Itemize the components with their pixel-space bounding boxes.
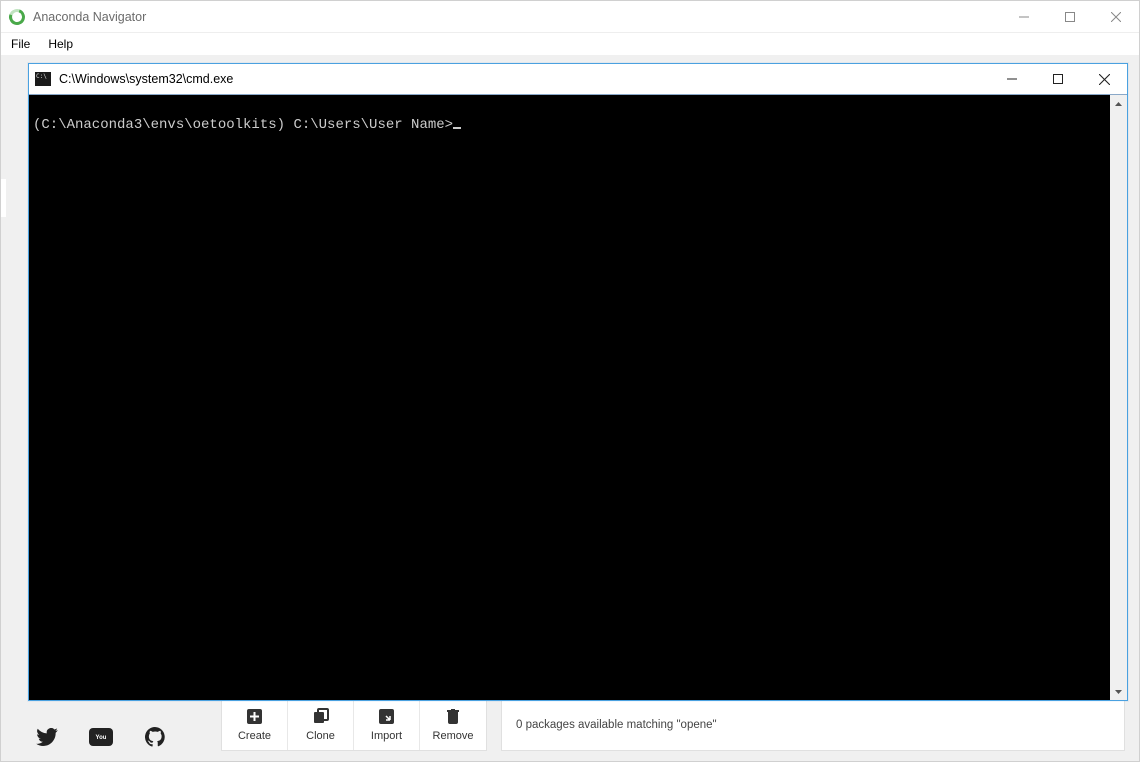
- github-icon[interactable]: [143, 727, 167, 747]
- navigator-menubar: File Help: [1, 33, 1139, 55]
- cmd-maximize-button[interactable]: [1035, 64, 1081, 94]
- cmd-cursor: [453, 127, 461, 129]
- navigator-maximize-button[interactable]: [1047, 1, 1093, 33]
- navigator-sidebar-active-indicator: [1, 179, 6, 217]
- menu-file[interactable]: File: [11, 37, 30, 51]
- package-status-bar: 0 packages available matching "opene": [501, 699, 1125, 751]
- import-button[interactable]: Import: [354, 700, 420, 750]
- cmd-close-button[interactable]: [1081, 64, 1127, 94]
- navigator-bottombar: Create Clone Import: [221, 699, 1125, 751]
- remove-button[interactable]: Remove: [420, 700, 486, 750]
- cmd-title: C:\Windows\system32\cmd.exe: [59, 72, 233, 86]
- create-button[interactable]: Create: [222, 700, 288, 750]
- menu-help[interactable]: Help: [48, 37, 73, 51]
- clone-icon: [313, 708, 329, 724]
- navigator-minimize-button[interactable]: [1001, 1, 1047, 33]
- cmd-window: C:\Windows\system32\cmd.exe (C:\Anaconda…: [28, 63, 1128, 701]
- cmd-scrollbar[interactable]: [1110, 95, 1127, 700]
- scroll-track[interactable]: [1110, 112, 1127, 683]
- navigator-title: Anaconda Navigator: [33, 10, 146, 24]
- env-actions-group: Create Clone Import: [221, 699, 487, 751]
- import-label: Import: [371, 730, 402, 742]
- create-label: Create: [238, 730, 271, 742]
- navigator-close-button[interactable]: [1093, 1, 1139, 33]
- navigator-social-icons: You: [35, 727, 167, 747]
- cmd-icon: [35, 72, 51, 86]
- package-status-text: 0 packages available matching "opene": [516, 719, 717, 731]
- anaconda-logo-icon: [6, 6, 27, 27]
- scroll-down-button[interactable]: [1110, 683, 1127, 700]
- clone-label: Clone: [306, 730, 335, 742]
- navigator-window-controls: [1001, 1, 1139, 33]
- remove-label: Remove: [433, 730, 474, 742]
- import-icon: [379, 708, 395, 724]
- cmd-client-area: (C:\Anaconda3\envs\oetoolkits) C:\Users\…: [29, 94, 1127, 700]
- svg-text:You: You: [96, 735, 107, 741]
- scroll-up-button[interactable]: [1110, 95, 1127, 112]
- create-icon: [247, 708, 263, 724]
- twitter-icon[interactable]: [35, 727, 59, 747]
- cmd-terminal[interactable]: (C:\Anaconda3\envs\oetoolkits) C:\Users\…: [29, 95, 1110, 700]
- clone-button[interactable]: Clone: [288, 700, 354, 750]
- cmd-prompt: (C:\Anaconda3\envs\oetoolkits) C:\Users\…: [33, 117, 453, 133]
- cmd-titlebar[interactable]: C:\Windows\system32\cmd.exe: [29, 64, 1127, 94]
- youtube-icon[interactable]: You: [89, 727, 113, 747]
- navigator-titlebar[interactable]: Anaconda Navigator: [1, 1, 1139, 33]
- remove-icon: [445, 708, 461, 724]
- cmd-window-controls: [989, 64, 1127, 94]
- cmd-minimize-button[interactable]: [989, 64, 1035, 94]
